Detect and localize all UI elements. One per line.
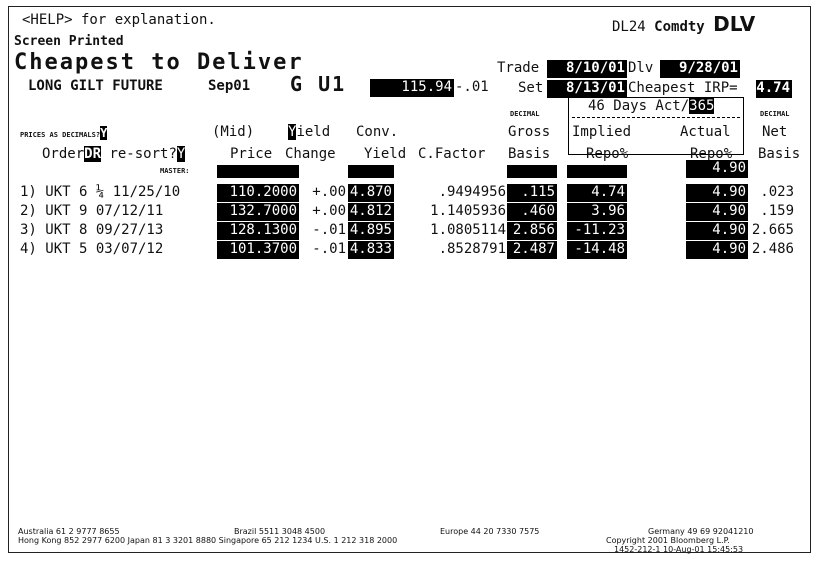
decimal-label-gross: DECIMAL — [510, 110, 540, 118]
cfactor-cell: 1.0805114 — [430, 222, 506, 238]
day-basis-field[interactable]: 365 — [689, 98, 715, 114]
conv-header-top: Conv. — [356, 124, 399, 140]
gross-basis-cell: .115 — [507, 184, 557, 202]
master-implied-field[interactable] — [567, 165, 627, 178]
contract-name: LONG GILT FUTURE — [28, 78, 163, 94]
settle-label: Set — [518, 80, 544, 96]
implied-repo-cell: 3.96 — [567, 203, 627, 221]
change-cell: -.01 — [312, 222, 346, 238]
master-actual-repo-field[interactable]: 4.90 — [686, 160, 748, 178]
trade-date-field[interactable]: 8/10/01 — [547, 60, 627, 78]
order-row: OrderDR re-sort?Y — [42, 146, 186, 162]
footer-phone-au: Australia 61 2 9777 8655 — [18, 527, 120, 536]
price-cell: 132.7000 — [217, 203, 299, 221]
days-count-label: 46 Days Act/365 — [588, 98, 715, 114]
contract-month: Sep01 — [208, 78, 251, 94]
cheapest-irp-value: 4.74 — [756, 80, 792, 98]
footer-phone-germany: Germany 49 69 92041210 — [648, 527, 754, 536]
settle-date-field[interactable]: 8/13/01 — [547, 80, 627, 98]
function-code-command[interactable]: DLV — [713, 12, 755, 36]
gross-basis-cell: 2.487 — [507, 241, 557, 259]
prices-as-decimals-field[interactable]: Y — [100, 126, 108, 140]
cfactor-cell: .9494956 — [438, 184, 506, 200]
gross-basis-cell: .460 — [507, 203, 557, 221]
actual-repo-cell: 4.90 — [686, 222, 748, 240]
footer-phone-brazil: Brazil 5511 3048 4500 — [234, 527, 326, 536]
implied-repo-cell: -11.23 — [567, 222, 627, 240]
resort-label: re-sort? — [101, 146, 177, 162]
decimal-label-net: DECIMAL — [760, 110, 790, 118]
net-basis-cell: .159 — [760, 203, 794, 219]
yield-toggle-rest: ield — [296, 124, 331, 140]
footer-phone-asia-us: Hong Kong 852 2977 6200 Japan 81 3 3201 … — [18, 536, 398, 545]
price-header: Price — [230, 146, 273, 162]
cheapest-irp-label: Cheapest IRP= — [628, 80, 738, 96]
mid-label: (Mid) — [212, 124, 255, 140]
help-hint[interactable]: <HELP> for explanation. — [22, 12, 216, 28]
prices-as-decimals-label: PRICES AS DECIMALS?Y — [20, 126, 108, 140]
yield-cell: 4.895 — [348, 222, 394, 240]
dlv-label: Dlv — [628, 60, 654, 76]
implied-header: Implied — [572, 124, 632, 140]
cfactor-cell: .8528791 — [438, 241, 506, 257]
master-price-field[interactable] — [217, 165, 299, 178]
function-code-prefix: DL24 — [612, 19, 646, 35]
yield-toggle-header: Yield — [288, 124, 330, 140]
cfactor-header: C.Factor — [418, 146, 486, 162]
net-basis-cell: 2.486 — [751, 241, 794, 257]
footer-timestamp: 1452-212-1 10-Aug-01 15:45:53 — [614, 545, 744, 554]
contract-ticker[interactable]: G U1 — [290, 72, 346, 96]
contract-change: -.01 — [455, 79, 489, 95]
net-header: Net — [762, 124, 788, 140]
price-cell: 101.3700 — [217, 241, 299, 259]
page-title: Cheapest to Deliver — [14, 50, 304, 75]
trade-label: Trade — [497, 60, 540, 76]
change-cell: +.00 — [312, 184, 346, 200]
bond-cell[interactable]: 2) UKT 9 07/12/11 — [20, 203, 210, 221]
cfactor-cell: 1.1405936 — [430, 203, 506, 219]
yield-cell: 4.870 — [348, 184, 394, 202]
yield-cell: 4.833 — [348, 241, 394, 259]
resort-field[interactable]: Y — [176, 146, 186, 162]
implied-repo-header: Repo% — [586, 146, 629, 162]
actual-repo-cell: 4.90 — [686, 241, 748, 259]
actual-header: Actual — [680, 124, 731, 140]
net-basis-cell: 2.665 — [751, 222, 794, 238]
actual-repo-cell: 4.90 — [686, 203, 748, 221]
gross-basis-cell: 2.856 — [507, 222, 557, 240]
prices-as-decimals-text: PRICES AS DECIMALS? — [20, 131, 101, 139]
master-yield-field[interactable] — [348, 165, 394, 178]
footer-copyright: Copyright 2001 Bloomberg L.P. — [606, 536, 730, 545]
price-cell: 110.2000 — [217, 184, 299, 202]
implied-repo-cell: 4.74 — [567, 184, 627, 202]
function-code-market: Comdty — [654, 19, 705, 35]
bond-cell[interactable]: 3) UKT 8 09/27/13 — [20, 222, 210, 240]
order-label: Order — [42, 146, 85, 162]
change-header: Change — [285, 146, 336, 162]
order-field[interactable]: DR — [84, 146, 102, 162]
net-basis-header: Basis — [758, 146, 801, 162]
price-cell: 128.1300 — [217, 222, 299, 240]
bond-cell[interactable]: 1) UKT 6 ¼ 11/25/10 — [20, 184, 210, 202]
contract-price: 115.94 — [370, 79, 454, 97]
conv-yield-header: Yield — [364, 146, 407, 162]
implied-repo-cell: -14.48 — [567, 241, 627, 259]
gross-header: Gross — [508, 124, 551, 140]
change-cell: -.01 — [312, 241, 346, 257]
footer-phone-europe: Europe 44 20 7330 7575 — [440, 527, 540, 536]
master-gross-field[interactable] — [507, 165, 557, 178]
screen-printed-label: Screen Printed — [14, 34, 124, 49]
days-count-text: 46 Days Act/ — [588, 98, 690, 114]
yield-cell: 4.812 — [348, 203, 394, 221]
actual-repo-cell: 4.90 — [686, 184, 748, 202]
change-cell: +.00 — [312, 203, 346, 219]
repo-header-divider — [572, 117, 740, 118]
function-code: DL24 Comdty DLV — [612, 12, 755, 36]
gross-basis-header: Basis — [508, 146, 551, 162]
delivery-date-field[interactable]: 9/28/01 — [660, 60, 740, 78]
master-label: MASTER: — [160, 167, 190, 175]
net-basis-cell: .023 — [760, 184, 794, 200]
bond-cell[interactable]: 4) UKT 5 03/07/12 — [20, 241, 210, 259]
